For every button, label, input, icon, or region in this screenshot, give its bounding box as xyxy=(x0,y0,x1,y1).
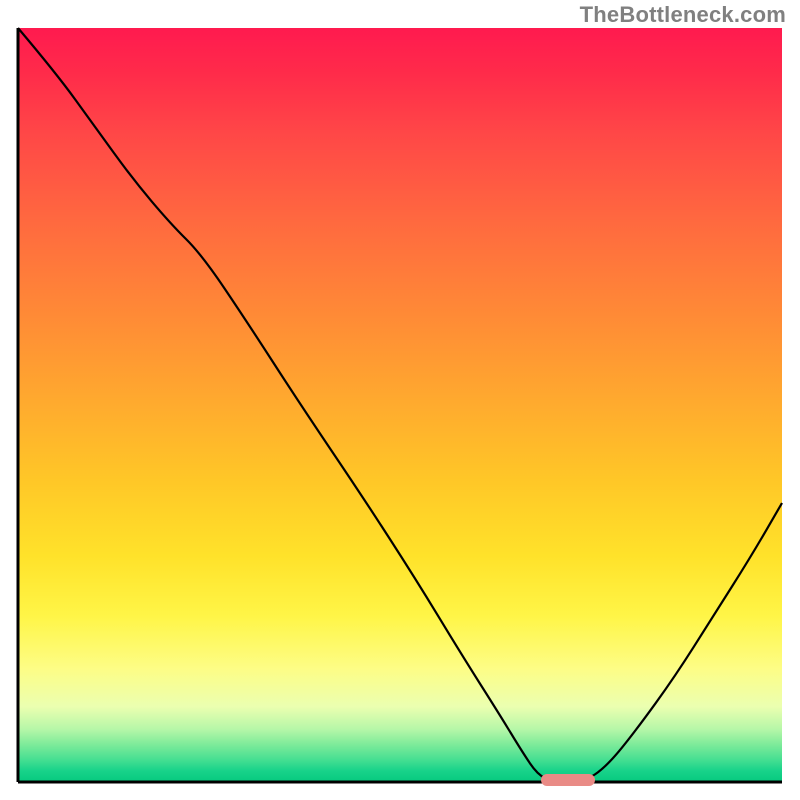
axes-svg xyxy=(18,28,782,782)
optimal-marker xyxy=(541,774,594,786)
plot-area xyxy=(18,28,782,782)
watermark-text: TheBottleneck.com xyxy=(580,2,786,28)
